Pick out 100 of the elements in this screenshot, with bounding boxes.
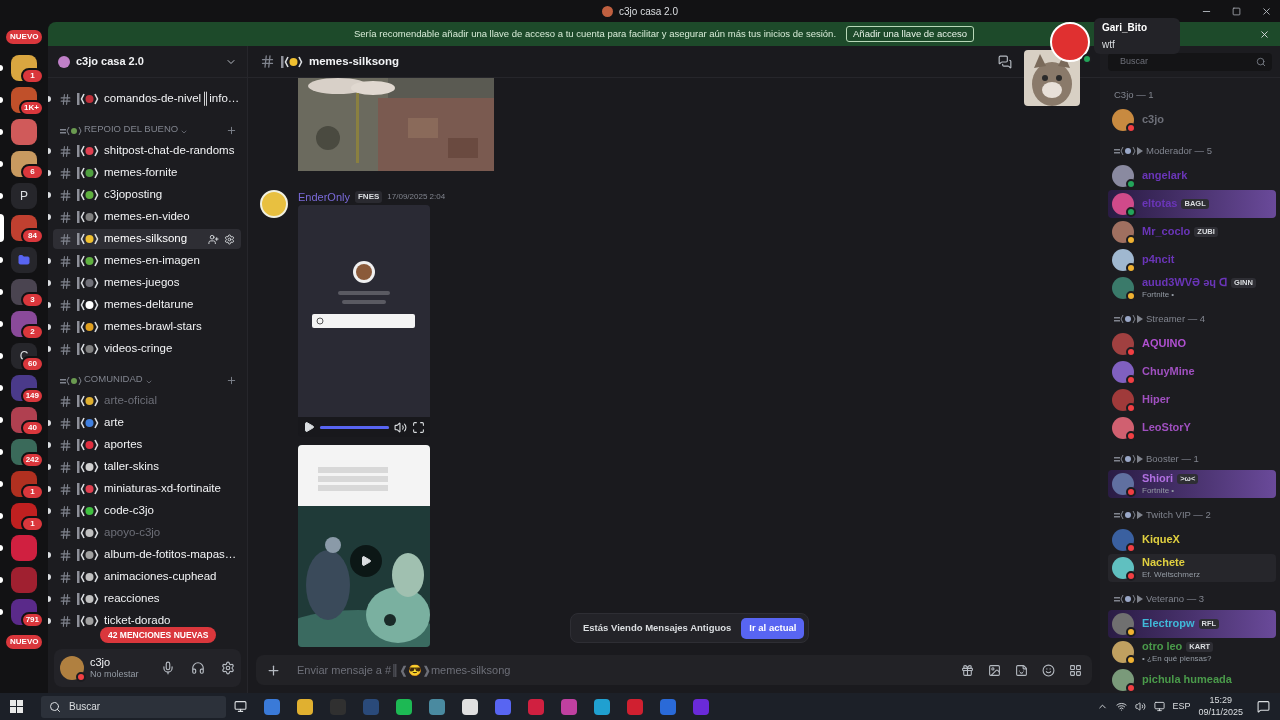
microphone-icon[interactable] (161, 661, 175, 675)
mention-badge: 1 (21, 484, 44, 500)
user-avatar[interactable] (60, 656, 84, 680)
clock-date[interactable]: 09/11/2025 (1198, 706, 1243, 718)
server-name[interactable]: c3jo casa 2.0 (76, 53, 219, 70)
new-pill[interactable]: NUEVO (6, 30, 43, 44)
member-name: Shiori (1142, 472, 1174, 486)
mentions-pill[interactable]: 42 MENCIONES NUEVAS (100, 627, 217, 643)
server-icon (602, 5, 614, 17)
maximize-icon[interactable] (1232, 6, 1241, 16)
guild-tag[interactable]: FNES (355, 191, 383, 203)
notification-card[interactable]: Gari_Bito wtf (1094, 18, 1180, 54)
category-title[interactable]: COMUNIDAD (84, 371, 143, 386)
play-icon[interactable] (303, 421, 315, 433)
gif-icon[interactable] (988, 663, 1001, 677)
add-channel-icon[interactable] (226, 125, 237, 136)
channel-item[interactable]: aportes (53, 435, 241, 455)
app-icon[interactable] (396, 698, 412, 715)
channel-item[interactable]: videos-cringe (53, 339, 241, 359)
windows-logo-icon[interactable] (10, 700, 23, 713)
sticker-icon[interactable] (1015, 663, 1028, 677)
channel-item[interactable]: reacciones (53, 589, 241, 609)
emoji-icon[interactable] (1042, 663, 1055, 677)
member-item[interactable]: Nachete Ef. Weltschmerz (1108, 554, 1276, 582)
channel-item[interactable]: code-c3jo (53, 501, 241, 521)
server-icon[interactable]: P (11, 183, 37, 209)
channel-item[interactable]: memes-en-video (53, 207, 241, 227)
channel-item[interactable]: arte (53, 413, 241, 433)
close-icon[interactable] (1261, 5, 1272, 17)
channel-item[interactable]: album-de-fotitos-mapas… (53, 545, 241, 565)
threads-icon[interactable] (998, 54, 1012, 69)
volume-icon[interactable] (1134, 701, 1146, 712)
member-item[interactable]: KiqueX (1108, 526, 1276, 554)
app-icon[interactable] (594, 698, 610, 715)
channel-item[interactable]: memes-en-imagen (53, 251, 241, 271)
channel-name: aportes (104, 437, 143, 453)
search-field[interactable]: Buscar (1108, 52, 1272, 71)
display-icon[interactable] (1153, 701, 1165, 712)
add-icon[interactable] (266, 662, 281, 678)
channel-item[interactable]: comandos-de-nivel║info… (53, 89, 241, 109)
search-input[interactable]: Buscar (1114, 54, 1256, 69)
channel-item[interactable]: taller-skins (53, 457, 241, 477)
member-item[interactable]: AQUINO (1108, 330, 1276, 358)
task-view-icon[interactable] (234, 700, 247, 713)
channel-name: memes-en-video (104, 209, 190, 225)
channel-emoji-icon (77, 343, 99, 355)
author-name[interactable]: EnderOnly (298, 188, 350, 206)
member-avatar (1112, 557, 1134, 579)
member-item[interactable]: ChuyMine (1108, 358, 1276, 386)
notifications-icon[interactable] (1257, 700, 1270, 713)
new-pill[interactable]: NUEVO (6, 635, 43, 649)
channel-item[interactable]: miniaturas-xd-fortinaite (53, 479, 241, 499)
channel-item[interactable]: memes-fornite (53, 163, 241, 183)
channel-item[interactable]: memes-deltarune (53, 295, 241, 315)
channel-name: album-de-fotitos-mapas… (104, 547, 237, 563)
jump-present-button[interactable]: Ir al actual (741, 617, 805, 639)
channel-name: memes-brawl-stars (104, 319, 202, 335)
member-avatar (1112, 529, 1134, 551)
close-icon[interactable] (1259, 28, 1270, 40)
author-avatar[interactable] (260, 190, 288, 218)
category-title[interactable]: REPOIO DEL BUENO (84, 121, 179, 136)
app-icon[interactable] (462, 698, 478, 715)
gift-icon[interactable] (961, 663, 974, 677)
fullscreen-icon[interactable] (412, 420, 425, 434)
channel-emoji-icon (77, 461, 99, 473)
volume-icon[interactable] (394, 420, 407, 434)
add-channel-icon[interactable] (226, 375, 237, 386)
channel-emoji-icon (77, 505, 99, 517)
server-folder[interactable] (11, 247, 37, 273)
member-name: Nachete (1142, 556, 1185, 570)
app-icon[interactable] (297, 698, 313, 715)
apps-icon[interactable] (1069, 663, 1082, 677)
member-item[interactable]: Hiper (1108, 386, 1276, 414)
message-field[interactable]: Enviar mensaje a #║❰😎❱memes-silksong (256, 655, 1092, 685)
channel-item[interactable]: memes-brawl-stars (53, 317, 241, 337)
channel-emoji-icon (77, 255, 99, 267)
channel-name: memes-silksong (104, 231, 188, 247)
channel-item[interactable]: shitpost-chat-de-randoms (53, 141, 241, 161)
settings-icon[interactable] (224, 233, 235, 245)
channel-item[interactable]: memes-juegos (53, 273, 241, 293)
channel-item[interactable]: animaciones-cuphead (53, 567, 241, 587)
taskbar-search-input[interactable]: Buscar (69, 699, 218, 714)
taskbar-search-field[interactable]: Buscar (41, 695, 226, 718)
network-icon[interactable] (1115, 701, 1127, 712)
headphones-icon[interactable] (191, 661, 205, 675)
language-indicator[interactable]: ESP (1172, 699, 1191, 714)
play-button[interactable] (350, 545, 382, 577)
mention-badge: 149 (20, 388, 44, 404)
member-item[interactable]: LeoStorY (1108, 414, 1276, 442)
channel-emoji-icon (77, 417, 99, 429)
progress-bar[interactable] (320, 425, 389, 429)
hash-icon (59, 438, 72, 452)
invite-icon[interactable] (208, 233, 219, 245)
settings-icon[interactable] (221, 661, 235, 675)
clock-time[interactable]: 15:29 (1209, 695, 1233, 707)
member-avatar (1112, 389, 1134, 411)
add-passkey-button[interactable]: Añadir una llave de acceso (846, 26, 975, 42)
channel-item[interactable]: memes-silksong (53, 229, 241, 249)
channel-item[interactable]: c3joposting (53, 185, 241, 205)
message-input[interactable]: Enviar mensaje a #║❰😎❱memes-silksong (297, 661, 951, 679)
